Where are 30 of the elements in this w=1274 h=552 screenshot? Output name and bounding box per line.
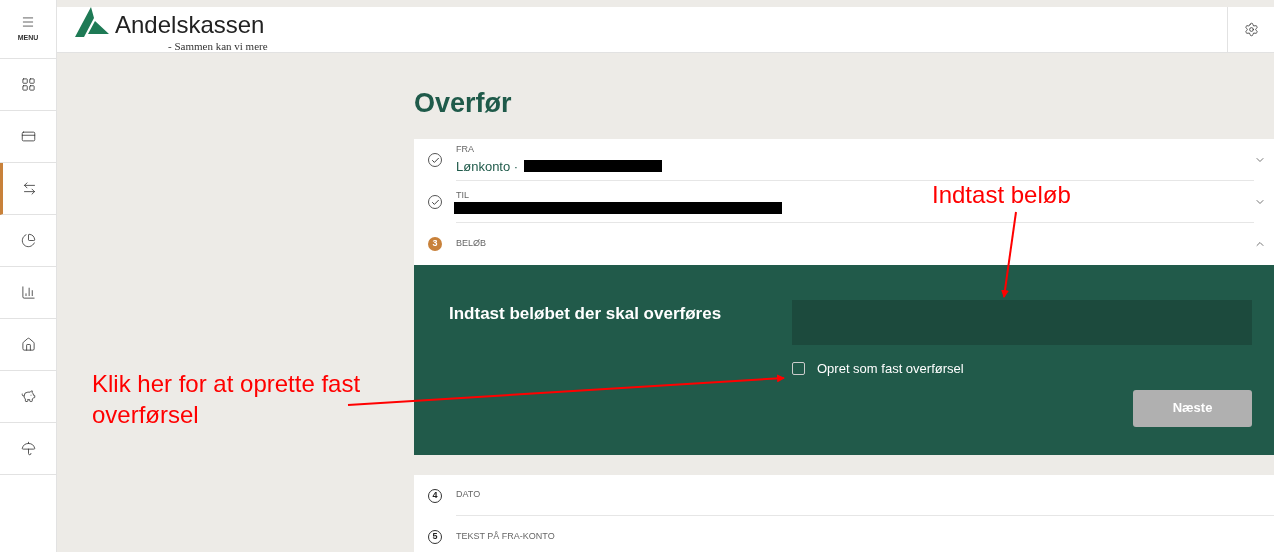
annotation-text: Klik her for at oprette fast overførsel bbox=[92, 369, 362, 430]
step-label: DATO bbox=[456, 488, 481, 502]
account-name: Lønkonto · bbox=[456, 157, 519, 176]
sidebar-item[interactable] bbox=[0, 163, 56, 215]
step-label: FRA bbox=[456, 143, 474, 156]
checkbox-label: Opret som fast overførsel bbox=[817, 360, 964, 378]
bar-chart-icon bbox=[20, 285, 36, 300]
pie-chart-icon bbox=[20, 233, 36, 248]
step-row[interactable]: 3 BELØB bbox=[414, 223, 1274, 265]
step-row[interactable]: FRA Lønkonto · bbox=[414, 139, 1274, 181]
step-row[interactable]: 5 TEKST PÅ FRA-KONTO bbox=[414, 516, 1274, 552]
grid-icon bbox=[20, 77, 36, 92]
arrows-icon bbox=[22, 181, 37, 196]
amount-prompt: Indtast beløbet der skal overføres bbox=[449, 303, 723, 325]
annotation-text: Indtast beløb bbox=[932, 180, 1071, 210]
menu-icon bbox=[21, 14, 35, 29]
step-label: TEKST PÅ FRA-KONTO bbox=[456, 529, 555, 543]
piggy-bank-icon bbox=[20, 389, 36, 404]
checkbox[interactable] bbox=[792, 362, 805, 376]
tagline: - Sammen kan vi mere bbox=[168, 41, 268, 52]
page-title: Overfør bbox=[414, 87, 513, 120]
step-label: BELØB bbox=[456, 237, 486, 251]
settings-icon bbox=[1243, 22, 1259, 37]
brand-name: Andelskassen bbox=[115, 13, 265, 37]
umbrella-icon bbox=[20, 441, 36, 456]
house-icon bbox=[20, 337, 36, 352]
credit-card-icon bbox=[20, 129, 36, 144]
step-label: TIL bbox=[456, 188, 469, 202]
step-row[interactable]: 4 DATO bbox=[414, 475, 1274, 516]
step-number: 3 bbox=[428, 237, 442, 251]
